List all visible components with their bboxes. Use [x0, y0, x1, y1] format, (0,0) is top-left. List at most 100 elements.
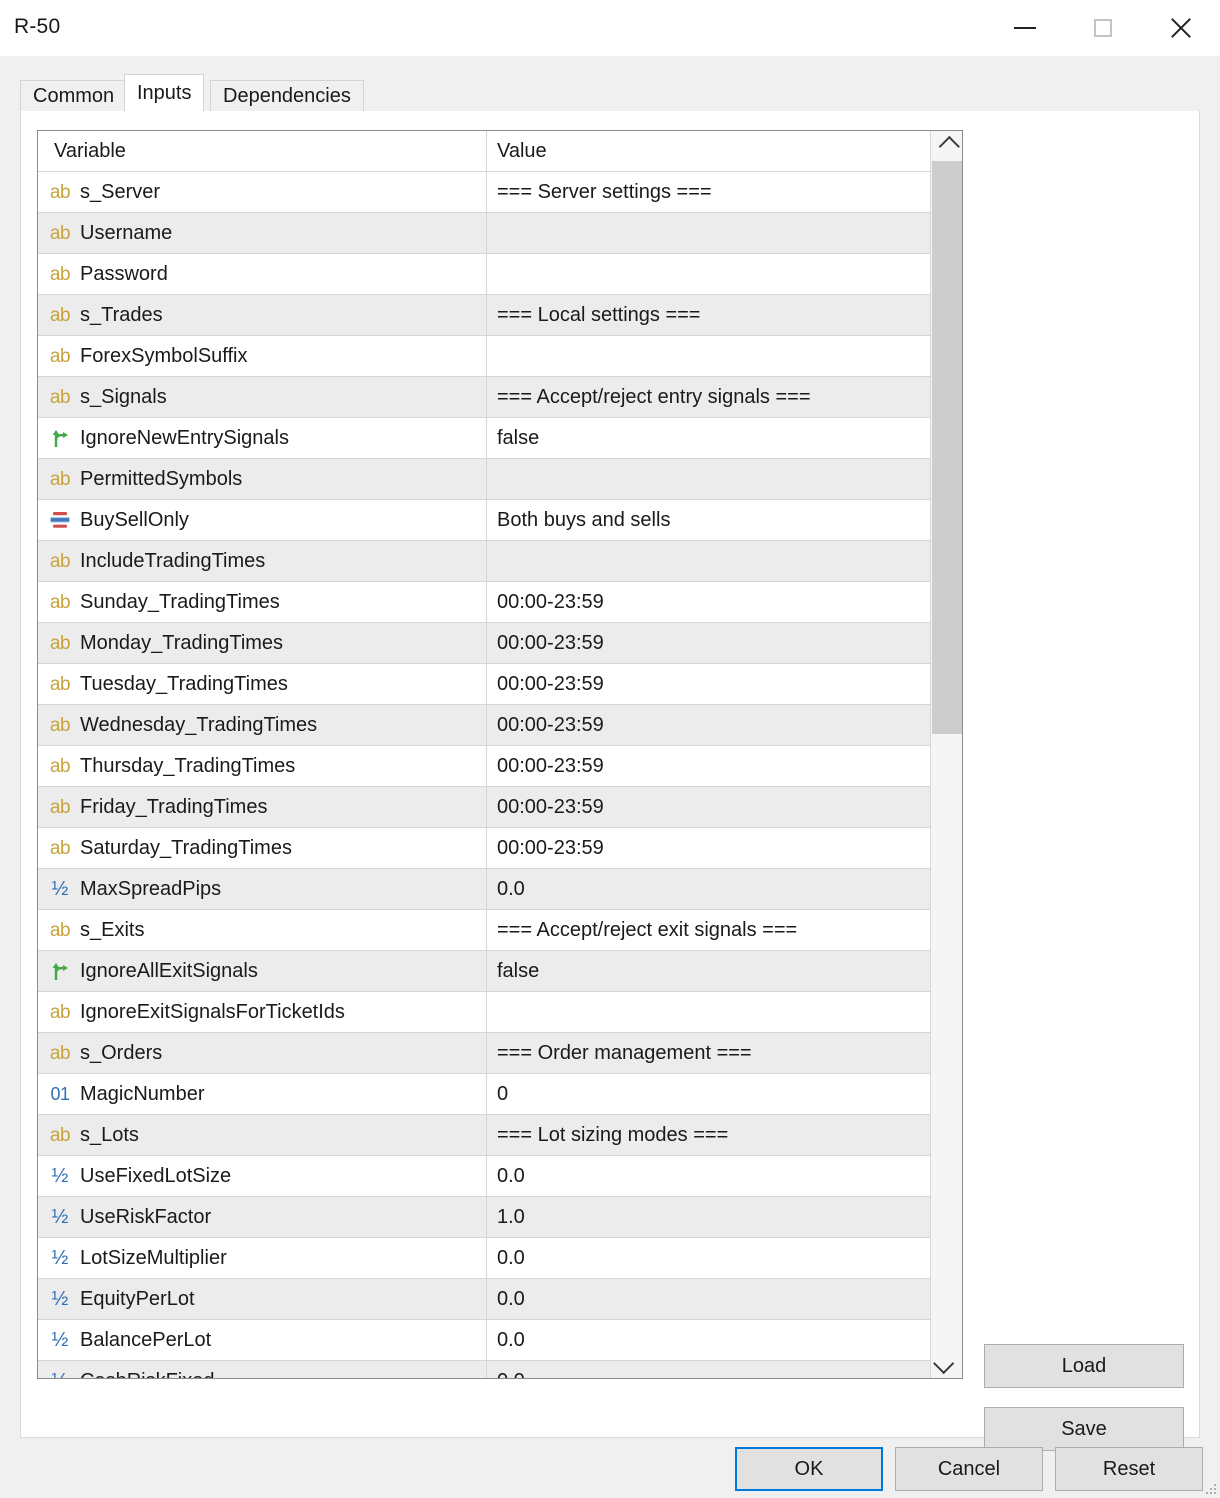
variable-name-cell[interactable]: ½ EquityPerLot	[38, 1279, 486, 1319]
variable-value-cell[interactable]: 0	[486, 1074, 930, 1114]
variable-value-cell[interactable]: 0.0	[486, 1320, 930, 1360]
variable-name-cell[interactable]: BuySellOnly	[38, 500, 486, 540]
variable-value-cell[interactable]: 0.0	[486, 1156, 930, 1196]
variable-value-cell[interactable]: Both buys and sells	[486, 500, 930, 540]
tab-common[interactable]: Common	[20, 80, 128, 112]
variable-value-cell[interactable]: === Accept/reject exit signals ===	[486, 910, 930, 950]
variable-name-cell[interactable]: 01 MagicNumber	[38, 1074, 486, 1114]
table-row[interactable]: ab Friday_TradingTimes 00:00-23:59	[38, 787, 930, 828]
table-row[interactable]: ab Password	[38, 254, 930, 295]
table-row[interactable]: IgnoreNewEntrySignals false	[38, 418, 930, 459]
table-row[interactable]: ab s_Orders === Order management ===	[38, 1033, 930, 1074]
variable-name-cell[interactable]: ab s_Server	[38, 172, 486, 212]
variable-value-cell[interactable]: 1.0	[486, 1197, 930, 1237]
table-row[interactable]: 01 MagicNumber 0	[38, 1074, 930, 1115]
variable-value-cell[interactable]: 00:00-23:59	[486, 664, 930, 704]
tab-inputs[interactable]: Inputs	[124, 74, 205, 112]
variable-value-cell[interactable]: === Order management ===	[486, 1033, 930, 1073]
table-row[interactable]: ab Saturday_TradingTimes 00:00-23:59	[38, 828, 930, 869]
variable-value-cell[interactable]: false	[486, 418, 930, 458]
variable-name-cell[interactable]: ab Friday_TradingTimes	[38, 787, 486, 827]
variable-name-cell[interactable]: IgnoreAllExitSignals	[38, 951, 486, 991]
variable-name-cell[interactable]: ab s_Signals	[38, 377, 486, 417]
table-row[interactable]: ab Wednesday_TradingTimes 00:00-23:59	[38, 705, 930, 746]
scrollbar-thumb[interactable]	[932, 161, 962, 734]
scroll-down-button[interactable]	[931, 1348, 962, 1378]
ok-button[interactable]: OK	[735, 1447, 883, 1491]
variable-value-cell[interactable]: 00:00-23:59	[486, 828, 930, 868]
table-row[interactable]: ab ForexSymbolSuffix	[38, 336, 930, 377]
column-header-variable[interactable]: Variable	[38, 131, 486, 171]
table-row[interactable]: ab Monday_TradingTimes 00:00-23:59	[38, 623, 930, 664]
table-row[interactable]: ½ EquityPerLot 0.0	[38, 1279, 930, 1320]
variable-value-cell[interactable]: 0.0	[486, 1238, 930, 1278]
variable-value-cell[interactable]: 00:00-23:59	[486, 623, 930, 663]
variable-value-cell[interactable]: 0.0	[486, 1361, 930, 1378]
variable-value-cell[interactable]: 0.0	[486, 869, 930, 909]
variable-value-cell[interactable]	[486, 254, 930, 294]
table-row[interactable]: ab Username	[38, 213, 930, 254]
table-row[interactable]: ½ CashRiskFixed 0.0	[38, 1361, 930, 1378]
column-header-value[interactable]: Value	[486, 131, 930, 171]
reset-button[interactable]: Reset	[1055, 1447, 1203, 1491]
variable-name-cell[interactable]: ab Username	[38, 213, 486, 253]
variable-value-cell[interactable]: === Accept/reject entry signals ===	[486, 377, 930, 417]
variable-name-cell[interactable]: ab Monday_TradingTimes	[38, 623, 486, 663]
grid-vertical-scrollbar[interactable]	[930, 131, 962, 1378]
variable-name-cell[interactable]: IgnoreNewEntrySignals	[38, 418, 486, 458]
resize-grip[interactable]	[1202, 1480, 1216, 1494]
variable-value-cell[interactable]	[486, 336, 930, 376]
variable-name-cell[interactable]: ab s_Trades	[38, 295, 486, 335]
tab-dependencies[interactable]: Dependencies	[210, 80, 364, 112]
table-row[interactable]: ab IncludeTradingTimes	[38, 541, 930, 582]
table-row[interactable]: ab s_Exits === Accept/reject exit signals …	[38, 910, 930, 951]
variable-value-cell[interactable]: 00:00-23:59	[486, 705, 930, 745]
save-button[interactable]: Save	[984, 1407, 1184, 1451]
table-row[interactable]: IgnoreAllExitSignals false	[38, 951, 930, 992]
variable-name-cell[interactable]: ab Sunday_TradingTimes	[38, 582, 486, 622]
scroll-up-button[interactable]	[931, 131, 962, 161]
variable-value-cell[interactable]: 0.0	[486, 1279, 930, 1319]
variable-name-cell[interactable]: ab s_Orders	[38, 1033, 486, 1073]
table-row[interactable]: ½ UseFixedLotSize 0.0	[38, 1156, 930, 1197]
variable-name-cell[interactable]: ab Thursday_TradingTimes	[38, 746, 486, 786]
maximize-button[interactable]	[1064, 0, 1142, 56]
variable-name-cell[interactable]: ab PermittedSymbols	[38, 459, 486, 499]
table-row[interactable]: ½ LotSizeMultiplier 0.0	[38, 1238, 930, 1279]
variable-value-cell[interactable]: === Lot sizing modes ===	[486, 1115, 930, 1155]
table-row[interactable]: ab s_Signals === Accept/reject entry signa…	[38, 377, 930, 418]
variable-name-cell[interactable]: ab s_Lots	[38, 1115, 486, 1155]
variable-name-cell[interactable]: ½ BalancePerLot	[38, 1320, 486, 1360]
variable-name-cell[interactable]: ab IgnoreExitSignalsForTicketIds	[38, 992, 486, 1032]
table-row[interactable]: ab Tuesday_TradingTimes 00:00-23:59	[38, 664, 930, 705]
variable-value-cell[interactable]: === Local settings ===	[486, 295, 930, 335]
variable-value-cell[interactable]: 00:00-23:59	[486, 582, 930, 622]
table-row[interactable]: ab Sunday_TradingTimes 00:00-23:59	[38, 582, 930, 623]
variable-name-cell[interactable]: ½ UseFixedLotSize	[38, 1156, 486, 1196]
variable-name-cell[interactable]: ½ MaxSpreadPips	[38, 869, 486, 909]
table-row[interactable]: ½ BalancePerLot 0.0	[38, 1320, 930, 1361]
table-row[interactable]: ab s_Trades === Local settings ===	[38, 295, 930, 336]
variable-value-cell[interactable]: false	[486, 951, 930, 991]
variable-value-cell[interactable]	[486, 213, 930, 253]
close-button[interactable]	[1142, 0, 1220, 56]
variable-value-cell[interactable]: 00:00-23:59	[486, 787, 930, 827]
variable-name-cell[interactable]: ab Tuesday_TradingTimes	[38, 664, 486, 704]
variable-value-cell[interactable]: 00:00-23:59	[486, 746, 930, 786]
cancel-button[interactable]: Cancel	[895, 1447, 1043, 1491]
table-row[interactable]: BuySellOnly Both buys and sells	[38, 500, 930, 541]
variable-name-cell[interactable]: ab s_Exits	[38, 910, 486, 950]
table-row[interactable]: ab IgnoreExitSignalsForTicketIds	[38, 992, 930, 1033]
variable-value-cell[interactable]	[486, 541, 930, 581]
table-row[interactable]: ½ UseRiskFactor 1.0	[38, 1197, 930, 1238]
variable-name-cell[interactable]: ½ CashRiskFixed	[38, 1361, 486, 1379]
variable-name-cell[interactable]: ab Saturday_TradingTimes	[38, 828, 486, 868]
table-row[interactable]: ab Thursday_TradingTimes 00:00-23:59	[38, 746, 930, 787]
variable-name-cell[interactable]: ½ UseRiskFactor	[38, 1197, 486, 1237]
load-button[interactable]: Load	[984, 1344, 1184, 1388]
variable-name-cell[interactable]: ab IncludeTradingTimes	[38, 541, 486, 581]
variable-value-cell[interactable]: === Server settings ===	[486, 172, 930, 212]
table-row[interactable]: ab s_Lots === Lot sizing modes ===	[38, 1115, 930, 1156]
variable-value-cell[interactable]	[486, 992, 930, 1032]
table-row[interactable]: ab s_Server === Server settings ===	[38, 172, 930, 213]
